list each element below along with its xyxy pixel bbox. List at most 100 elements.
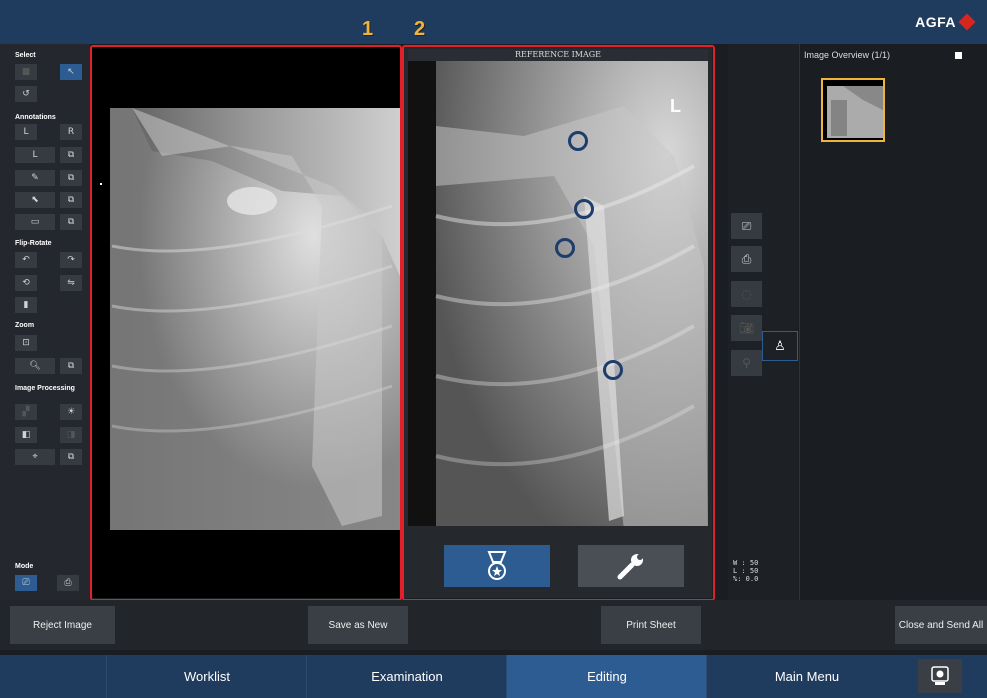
tab-examination[interactable]: Examination — [306, 655, 507, 698]
zoom-button[interactable]: 🔍︎ — [15, 358, 55, 374]
window-level-readout: W : 50 L : 50 %: 0.0 — [733, 559, 758, 583]
patient-position-button[interactable]: ⚲ — [731, 350, 762, 376]
action-bar — [0, 600, 987, 650]
sync-button[interactable]: ◌ — [731, 281, 762, 307]
invert-button[interactable]: ◧ — [15, 427, 37, 443]
window-width-value: W : 50 — [733, 559, 759, 567]
mode-print-button[interactable]: ⎙ — [57, 575, 79, 591]
reject-image-button[interactable]: Reject Image — [10, 606, 115, 644]
arrow-annotation-button[interactable]: ⬉ — [15, 192, 55, 208]
webcam-button[interactable] — [918, 659, 962, 693]
marker-r-label: R — [67, 127, 75, 137]
tab-editing[interactable]: Editing — [506, 655, 707, 698]
camera-icon: 📷︎ — [738, 321, 755, 335]
section-mode: Mode — [15, 563, 34, 570]
crop-button[interactable]: ⌖ — [15, 449, 55, 465]
webcam-icon — [931, 666, 949, 685]
fit-button[interactable]: ⊡ — [15, 335, 37, 351]
marker-l-label: L — [23, 127, 29, 137]
monitor-icon: ⎚ — [741, 218, 752, 233]
rotate-180-button[interactable]: ⟲ — [15, 275, 37, 291]
tab-main-menu[interactable]: Main Menu — [706, 655, 907, 698]
undo-icon: ↺ — [22, 89, 30, 99]
invert-flip-button[interactable]: ▮ — [15, 297, 37, 313]
magnifier-icon: 🔍︎ — [29, 361, 41, 371]
image-thumbnail[interactable] — [821, 78, 885, 142]
fit-icon: ⊡ — [22, 338, 30, 348]
zoom-options-button[interactable]: ⧉ — [60, 358, 82, 374]
ruler-options-button[interactable]: ⧉ — [60, 214, 82, 230]
flip-button[interactable]: ⇋ — [60, 275, 82, 291]
popout-icon: ⧉ — [67, 217, 75, 227]
overview-title: Image Overview (1/1) — [804, 50, 891, 60]
freehand-button[interactable]: ✎ — [15, 170, 55, 186]
mode-view-button[interactable]: ⎚ — [15, 575, 37, 591]
top-bar — [0, 0, 987, 44]
select-area-icon: ■ — [21, 67, 31, 77]
flip-icon: ⇋ — [67, 278, 75, 288]
popout-icon: ⧉ — [67, 452, 75, 462]
viewport-1-frame — [90, 45, 402, 601]
invert-icon: ◧ — [21, 430, 31, 440]
rotate-right-button[interactable]: ↷ — [60, 252, 82, 268]
arrow-options-button[interactable]: ⧉ — [60, 192, 82, 208]
section-zoom: Zoom — [15, 322, 35, 329]
callout-2: 2 — [414, 18, 426, 40]
freehand-options-button[interactable]: ⧉ — [60, 170, 82, 186]
person-icon: ♙ — [774, 338, 786, 354]
rotate-left-icon: ↶ — [22, 255, 30, 265]
camera-button[interactable]: 📷︎ — [731, 315, 762, 341]
brightness-button[interactable]: ☀ — [60, 404, 82, 420]
window-level-value: L : 50 — [733, 567, 759, 575]
arrow-pointer-icon: ↖ — [67, 67, 75, 77]
shutter-button[interactable]: ◨ — [60, 427, 82, 443]
shutter-icon: ◨ — [66, 430, 76, 440]
crop-icon: ⌖ — [32, 452, 38, 462]
sun-icon: ☀ — [66, 407, 76, 417]
marker-text-label: L — [32, 150, 38, 160]
tab-worklist[interactable]: Worklist — [106, 655, 307, 698]
thumbnail-xray — [827, 86, 883, 138]
ruler-button[interactable]: ▭ — [15, 214, 55, 230]
callout-1: 1 — [362, 18, 374, 40]
marker-options-button[interactable]: ⧉ — [60, 147, 82, 163]
printer-icon: ⎙ — [741, 251, 752, 266]
contrast-button[interactable]: ▞ — [15, 404, 37, 420]
marker-text-button[interactable]: L — [15, 147, 55, 163]
overview-checkbox[interactable] — [955, 52, 962, 59]
marker-l-button[interactable]: L — [15, 124, 37, 140]
person-icon: ⚲ — [742, 356, 751, 370]
rotate-icon: ⟲ — [22, 278, 30, 288]
ruler-icon: ▭ — [30, 217, 40, 227]
section-annotations: Annotations — [15, 114, 56, 121]
sync-icon: ◌ — [741, 287, 752, 301]
monitor-icon: ⎚ — [22, 578, 30, 588]
popout-icon: ⧉ — [67, 195, 75, 205]
section-image-processing: Image Processing — [15, 385, 75, 392]
pointer-button[interactable]: ↖ — [60, 64, 82, 80]
popout-icon: ⧉ — [67, 173, 75, 183]
print-button[interactable]: ⎙ — [731, 246, 762, 272]
printer-icon: ⎙ — [64, 578, 72, 588]
viewport-2-frame — [402, 45, 715, 601]
crop-options-button[interactable]: ⧉ — [60, 449, 82, 465]
arrow-annotation-icon: ⬉ — [31, 195, 39, 205]
popout-icon: ⧉ — [67, 361, 75, 371]
agfa-logo: AGFA — [915, 13, 976, 31]
rotate-left-button[interactable]: ↶ — [15, 252, 37, 268]
reset-button[interactable]: ↺ — [15, 86, 37, 102]
section-select: Select — [15, 52, 36, 59]
save-as-new-button[interactable]: Save as New — [308, 606, 408, 644]
print-sheet-button[interactable]: Print Sheet — [601, 606, 701, 644]
rotate-right-icon: ↷ — [67, 255, 75, 265]
marker-r-button[interactable]: R — [60, 124, 82, 140]
popout-icon: ⧉ — [67, 150, 75, 160]
pen-icon: ✎ — [31, 173, 39, 183]
close-and-send-all-button[interactable]: Close and Send All — [895, 606, 987, 644]
percent-value: %: 0.0 — [733, 575, 759, 583]
section-flip-rotate: Flip-Rotate — [15, 240, 52, 247]
select-area-button[interactable]: ■ — [15, 64, 37, 80]
patient-info-button[interactable]: ♙ — [762, 331, 798, 361]
page-icon: ▮ — [23, 300, 29, 310]
display-button[interactable]: ⎚ — [731, 213, 762, 239]
